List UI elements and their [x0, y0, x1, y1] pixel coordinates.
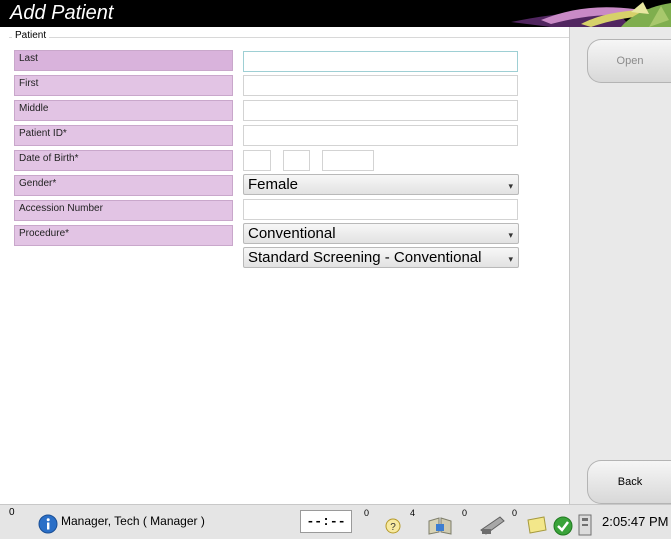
- procedure-select-value: Standard Screening - Conventional: [248, 249, 482, 266]
- procedure-label: Procedure*: [14, 225, 233, 246]
- help-icon[interactable]: ?: [385, 518, 401, 534]
- chevron-down-icon: ▾: [508, 181, 513, 191]
- status-bar: 0 Manager, Tech ( Manager ) --:-- 0 ? 4 …: [0, 504, 671, 539]
- procedure-type-select-value: Conventional: [248, 225, 336, 242]
- open-button[interactable]: Open: [587, 39, 671, 83]
- gender-select[interactable]: Female ▾: [243, 174, 519, 195]
- info-icon[interactable]: [38, 514, 58, 534]
- last-name-input[interactable]: [243, 51, 518, 72]
- first-name-label: First: [14, 75, 233, 96]
- dob-label: Date of Birth*: [14, 150, 233, 171]
- window-title: Add Patient: [10, 2, 114, 24]
- add-patient-screen: Add Patient Patient Last First Middle Pa…: [0, 0, 671, 539]
- clock: 2:05:47 PM: [602, 514, 669, 529]
- first-name-input[interactable]: [243, 75, 518, 96]
- chevron-down-icon: ▾: [508, 254, 513, 264]
- procedure-type-select[interactable]: Conventional ▾: [243, 223, 519, 244]
- back-button[interactable]: Back: [587, 460, 671, 504]
- title-bar: Add Patient: [0, 0, 671, 27]
- notes-icon[interactable]: [526, 516, 548, 534]
- procedure-select[interactable]: Standard Screening - Conventional ▾: [243, 247, 519, 268]
- patient-group-legend: Patient: [12, 30, 50, 41]
- device-icon[interactable]: [577, 513, 595, 537]
- dob-day-input[interactable]: [283, 150, 310, 171]
- middle-name-label: Middle: [14, 100, 233, 121]
- tube-icon[interactable]: [478, 514, 506, 536]
- patient-id-input[interactable]: [243, 125, 518, 146]
- chevron-down-icon: ▾: [508, 230, 513, 240]
- accession-number-label: Accession Number: [14, 200, 233, 221]
- last-name-label: Last: [14, 50, 233, 71]
- timer-display: --:--: [300, 510, 352, 533]
- middle-name-input[interactable]: [243, 100, 518, 121]
- dob-year-input[interactable]: [322, 150, 374, 171]
- dob-month-input[interactable]: [243, 150, 271, 171]
- timer-count: 0: [364, 508, 370, 518]
- current-user[interactable]: Manager, Tech ( Manager ): [61, 514, 205, 528]
- book-icon[interactable]: [427, 515, 453, 535]
- info-count: 0: [9, 507, 15, 518]
- queue-count: 0: [462, 508, 468, 518]
- gender-label: Gender*: [14, 175, 233, 196]
- flower-banner-image: [511, 2, 671, 27]
- accession-number-input[interactable]: [243, 199, 518, 220]
- svg-text:?: ?: [390, 522, 396, 533]
- help-count: 4: [410, 508, 416, 518]
- check-icon[interactable]: [553, 516, 573, 536]
- action-pane: Open Back: [569, 27, 671, 504]
- tube-count: 0: [512, 508, 518, 518]
- gender-select-value: Female: [248, 176, 299, 193]
- patient-id-label: Patient ID*: [14, 125, 233, 146]
